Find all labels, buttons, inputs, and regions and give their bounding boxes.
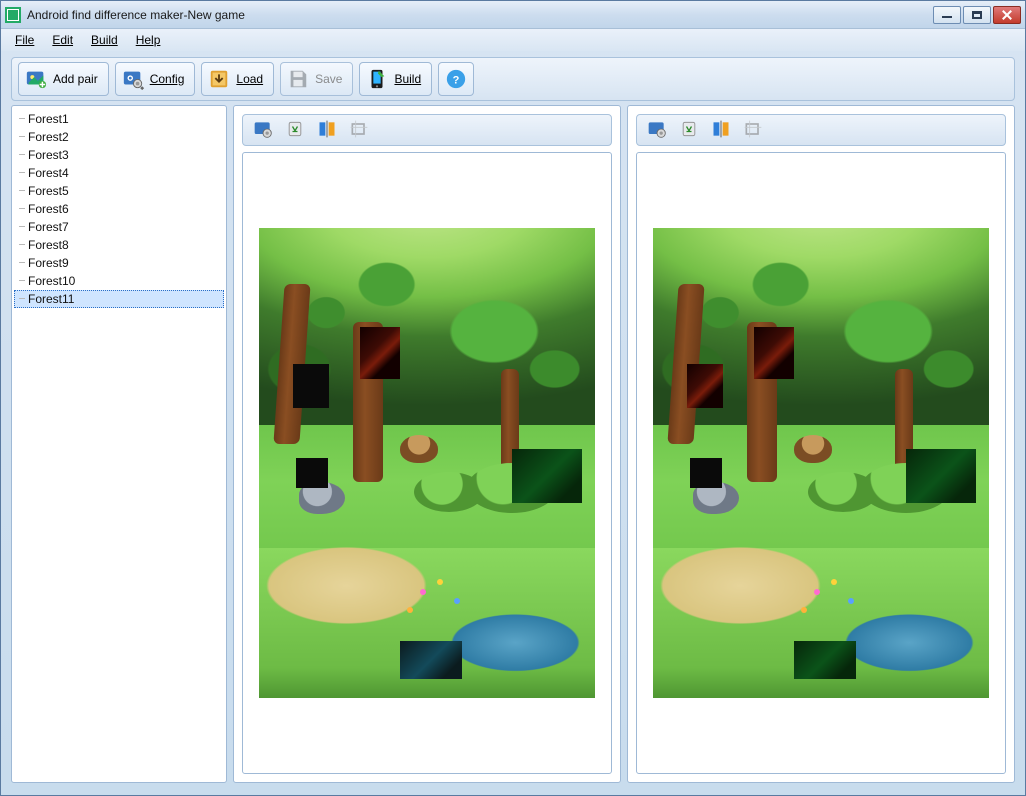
close-button[interactable] bbox=[993, 6, 1021, 24]
menu-help[interactable]: Help bbox=[128, 31, 169, 49]
load-button[interactable]: Load bbox=[201, 62, 274, 96]
tree-item[interactable]: Forest2 bbox=[14, 128, 224, 146]
tree-item[interactable]: Forest9 bbox=[14, 254, 224, 272]
titlebar: Android find difference maker-New game bbox=[1, 1, 1025, 29]
crop-icon bbox=[743, 119, 763, 142]
right-editor-toolbar bbox=[636, 114, 1006, 146]
tree-item[interactable]: Forest6 bbox=[14, 200, 224, 218]
save-icon bbox=[287, 68, 309, 90]
config-button[interactable]: Config bbox=[115, 62, 196, 96]
image-settings-button[interactable] bbox=[249, 118, 277, 142]
window-controls bbox=[933, 6, 1021, 24]
diff-marker[interactable] bbox=[794, 641, 856, 679]
app-window: Android find difference maker-New game F… bbox=[0, 0, 1026, 796]
tree-item[interactable]: Forest8 bbox=[14, 236, 224, 254]
save-label: Save bbox=[315, 72, 342, 86]
tree-item[interactable]: Forest1 bbox=[14, 110, 224, 128]
tree-item[interactable]: Forest5 bbox=[14, 182, 224, 200]
config-icon bbox=[122, 68, 144, 90]
left-canvas[interactable] bbox=[242, 152, 612, 774]
window-title: Android find difference maker-New game bbox=[27, 8, 933, 22]
load-label: Load bbox=[236, 72, 263, 86]
app-icon bbox=[5, 7, 21, 23]
recycle-button[interactable] bbox=[281, 118, 309, 142]
build-icon bbox=[366, 68, 388, 90]
minimize-icon bbox=[942, 12, 952, 18]
crop-button[interactable] bbox=[345, 118, 373, 142]
flip-icon bbox=[317, 119, 337, 142]
left-editor-toolbar bbox=[242, 114, 612, 146]
recycle-icon bbox=[285, 119, 305, 142]
menu-file[interactable]: File bbox=[7, 31, 42, 49]
left-editor-panel bbox=[233, 105, 621, 783]
flip-button[interactable] bbox=[313, 118, 341, 142]
right-canvas[interactable] bbox=[636, 152, 1006, 774]
diff-marker[interactable] bbox=[754, 327, 794, 379]
flip-icon bbox=[711, 119, 731, 142]
diff-marker[interactable] bbox=[512, 449, 582, 503]
diff-marker[interactable] bbox=[400, 641, 462, 679]
build-button[interactable]: Build bbox=[359, 62, 432, 96]
statusbar-spacer bbox=[1, 793, 1025, 795]
menu-build[interactable]: Build bbox=[83, 31, 126, 49]
menu-edit-label: Edit bbox=[52, 33, 73, 47]
image-settings-button[interactable] bbox=[643, 118, 671, 142]
recycle-button[interactable] bbox=[675, 118, 703, 142]
maximize-icon bbox=[972, 11, 982, 19]
diff-marker[interactable] bbox=[296, 458, 328, 488]
save-button[interactable]: Save bbox=[280, 62, 353, 96]
diff-marker[interactable] bbox=[293, 364, 329, 408]
close-icon bbox=[1002, 10, 1012, 20]
tree-item[interactable]: Forest4 bbox=[14, 164, 224, 182]
add-pair-label: Add pair bbox=[53, 72, 98, 86]
image-settings-icon bbox=[647, 119, 667, 142]
recycle-icon bbox=[679, 119, 699, 142]
menu-build-label: Build bbox=[91, 33, 118, 47]
tree-item[interactable]: Forest3 bbox=[14, 146, 224, 164]
menu-help-label: Help bbox=[136, 33, 161, 47]
help-icon: ? bbox=[445, 68, 467, 90]
maximize-button[interactable] bbox=[963, 6, 991, 24]
menubar: File Edit Build Help bbox=[1, 29, 1025, 51]
add-pair-button[interactable]: Add pair bbox=[18, 62, 109, 96]
image-settings-icon bbox=[253, 119, 273, 142]
diff-marker[interactable] bbox=[360, 327, 400, 379]
minimize-button[interactable] bbox=[933, 6, 961, 24]
right-image bbox=[653, 228, 989, 698]
menu-edit[interactable]: Edit bbox=[44, 31, 81, 49]
config-label: Config bbox=[150, 72, 185, 86]
left-image bbox=[259, 228, 595, 698]
right-editor-panel bbox=[627, 105, 1015, 783]
image-list-panel: Forest1Forest2Forest3Forest4Forest5Fores… bbox=[11, 105, 227, 783]
diff-marker[interactable] bbox=[690, 458, 722, 488]
tree-item[interactable]: Forest10 bbox=[14, 272, 224, 290]
svg-text:?: ? bbox=[453, 75, 460, 87]
flip-button[interactable] bbox=[707, 118, 735, 142]
crop-button[interactable] bbox=[739, 118, 767, 142]
add-pair-icon bbox=[25, 68, 47, 90]
load-icon bbox=[208, 68, 230, 90]
help-button[interactable]: ? bbox=[438, 62, 474, 96]
menu-file-label: File bbox=[15, 33, 34, 47]
tree-item[interactable]: Forest7 bbox=[14, 218, 224, 236]
diff-marker[interactable] bbox=[687, 364, 723, 408]
crop-icon bbox=[349, 119, 369, 142]
main-toolbar: Add pair Config Load Save Build bbox=[11, 57, 1015, 101]
build-label: Build bbox=[394, 72, 421, 86]
workspace: Forest1Forest2Forest3Forest4Forest5Fores… bbox=[1, 105, 1025, 793]
tree-item[interactable]: Forest11 bbox=[14, 290, 224, 308]
diff-marker[interactable] bbox=[906, 449, 976, 503]
